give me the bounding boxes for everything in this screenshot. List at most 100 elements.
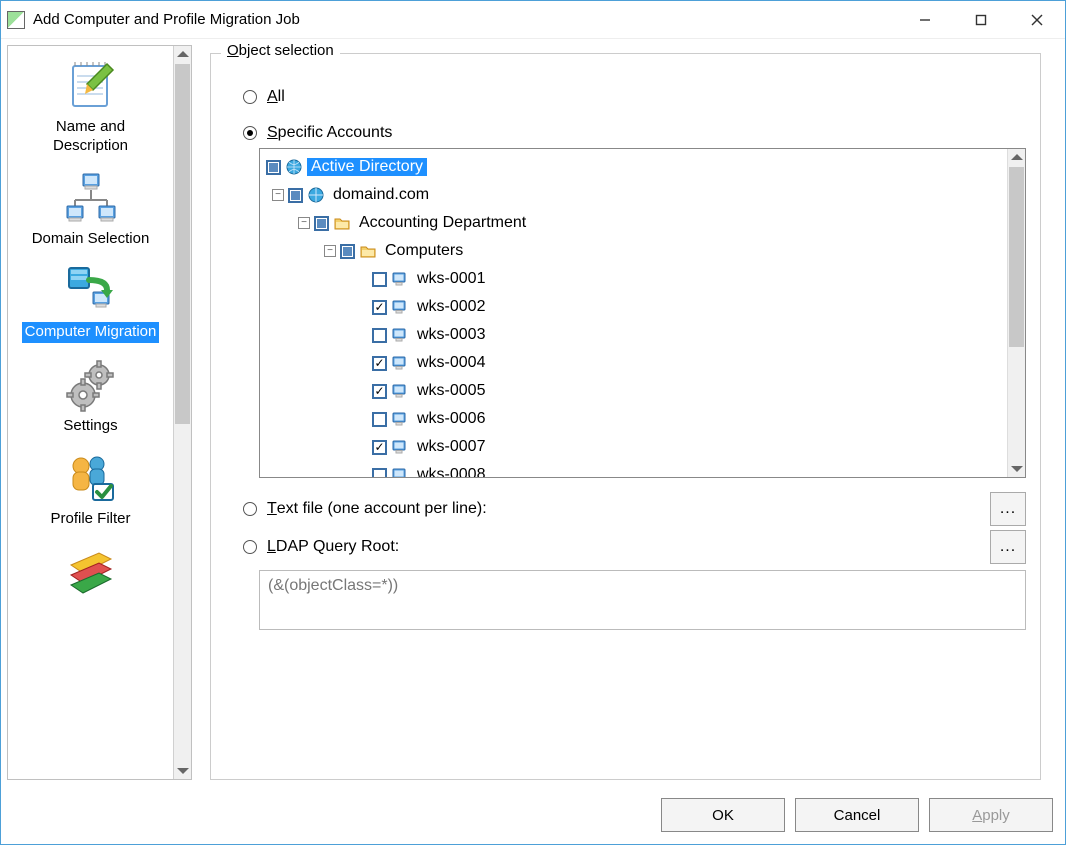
tree-checkbox[interactable] [372, 300, 387, 315]
tree-checkbox[interactable] [314, 216, 329, 231]
radio-label-prefix: T [267, 500, 277, 518]
sidebar-scrollbar[interactable] [173, 46, 191, 779]
computer-icon [391, 410, 409, 428]
window-title: Add Computer and Profile Migration Job [33, 11, 300, 28]
accounts-tree[interactable]: Active Directory − domaind.com [259, 148, 1026, 478]
tree-node-label: wks-0001 [413, 270, 489, 288]
tree-node-label: wks-0004 [413, 354, 489, 372]
computer-icon [391, 326, 409, 344]
radio-text-file[interactable]: Text file (one account per line): [243, 500, 487, 518]
tree-node-ou[interactable]: − Accounting Department [266, 209, 1003, 237]
tree-node-computer[interactable]: wks-0004 [266, 349, 1003, 377]
sidebar-item-next[interactable] [8, 535, 173, 609]
tree-checkbox[interactable] [266, 160, 281, 175]
sidebar-item-settings[interactable]: Settings [8, 349, 173, 442]
radio-icon [243, 502, 257, 516]
tree-node-root[interactable]: Active Directory [266, 153, 1003, 181]
radio-all[interactable]: All [243, 88, 1026, 106]
tree-checkbox[interactable] [340, 244, 355, 259]
app-icon [7, 11, 25, 29]
tree-node-sub[interactable]: − Computers [266, 237, 1003, 265]
radio-label-rest: ext file (one account per line): [277, 500, 487, 518]
radio-icon [243, 90, 257, 104]
computer-icon [391, 354, 409, 372]
radio-label-prefix: L [267, 538, 276, 556]
tree-checkbox[interactable] [372, 356, 387, 371]
tree-node-label: wks-0008 [413, 466, 489, 477]
tree-checkbox[interactable] [372, 384, 387, 399]
tree-node-computer[interactable]: wks-0005 [266, 377, 1003, 405]
tree-checkbox[interactable] [372, 328, 387, 343]
sidebar-item-label: Settings [63, 417, 117, 436]
server-sync-icon [59, 258, 123, 322]
tree-node-computer[interactable]: wks-0001 [266, 265, 1003, 293]
sidebar-item-label: Name and Description [21, 118, 161, 156]
sidebar-item-label: Domain Selection [32, 230, 150, 249]
tree-node-label: domaind.com [329, 186, 433, 204]
tree-scrollbar-thumb[interactable] [1009, 167, 1024, 347]
tree-node-label: wks-0002 [413, 298, 489, 316]
people-check-icon [59, 446, 123, 510]
tree-node-domain[interactable]: − domaind.com [266, 181, 1003, 209]
radio-icon [243, 126, 257, 140]
computer-icon [391, 270, 409, 288]
apply-button[interactable]: Apply [929, 798, 1053, 832]
tree-checkbox[interactable] [372, 468, 387, 478]
radio-label-rest: pecific Accounts [278, 124, 393, 142]
sidebar-item-label: Profile Filter [50, 510, 130, 529]
tree-node-label: Accounting Department [355, 214, 530, 232]
tree-checkbox[interactable] [372, 272, 387, 287]
sidebar-item-label: Computer Migration [22, 322, 160, 343]
sidebar-item-profile-filter[interactable]: Profile Filter [8, 442, 173, 535]
sidebar-item-name-description[interactable]: Name and Description [8, 50, 173, 162]
tree-node-computer[interactable]: wks-0002 [266, 293, 1003, 321]
tree-checkbox[interactable] [372, 412, 387, 427]
browse-text-file-button[interactable]: ... [990, 492, 1026, 526]
folder-ou-icon [359, 242, 377, 260]
computer-icon [391, 438, 409, 456]
tree-checkbox[interactable] [288, 188, 303, 203]
dialog-footer: OK Cancel Apply [1, 786, 1065, 844]
tree-expander[interactable]: − [324, 245, 336, 257]
radio-label-rest: ll [278, 88, 285, 106]
folder-ou-icon [333, 214, 351, 232]
tree-node-label: Computers [381, 242, 467, 260]
radio-specific-accounts[interactable]: Specific Accounts [243, 124, 1026, 142]
sidebar-item-computer-migration[interactable]: Computer Migration [8, 254, 173, 349]
title-bar: Add Computer and Profile Migration Job [1, 1, 1065, 39]
radio-label-prefix: A [267, 88, 278, 106]
ok-button[interactable]: OK [661, 798, 785, 832]
tree-node-label: wks-0007 [413, 438, 489, 456]
tree-node-label: wks-0003 [413, 326, 489, 344]
cancel-button[interactable]: Cancel [795, 798, 919, 832]
notepad-icon [59, 54, 123, 118]
tree-node-label: wks-0006 [413, 410, 489, 428]
ldap-query-input[interactable]: (&(objectClass=*)) [259, 570, 1026, 630]
computer-icon [391, 466, 409, 477]
tree-checkbox[interactable] [372, 440, 387, 455]
maximize-button[interactable] [953, 1, 1009, 39]
tree-scrollbar[interactable] [1007, 149, 1025, 477]
close-button[interactable] [1009, 1, 1065, 39]
sidebar-scrollbar-thumb[interactable] [175, 64, 190, 424]
sidebar-item-domain-selection[interactable]: Domain Selection [8, 162, 173, 255]
tree-node-computer[interactable]: wks-0006 [266, 405, 1003, 433]
globe-icon [285, 158, 303, 176]
browse-ldap-button[interactable]: ... [990, 530, 1026, 564]
tree-node-computer[interactable]: wks-0008 [266, 461, 1003, 477]
globe-icon [307, 186, 325, 204]
group-legend: Object selection [221, 42, 340, 59]
main-panel: Object selection All Specific Accounts [192, 45, 1059, 780]
radio-icon [243, 540, 257, 554]
tree-node-label: wks-0005 [413, 382, 489, 400]
books-icon [59, 539, 123, 603]
minimize-button[interactable] [897, 1, 953, 39]
wizard-sidebar: Name and Description Domain Selection [7, 45, 192, 780]
tree-expander[interactable]: − [298, 217, 310, 229]
tree-node-computer[interactable]: wks-0003 [266, 321, 1003, 349]
tree-expander[interactable]: − [272, 189, 284, 201]
radio-ldap-query[interactable]: LDAP Query Root: [243, 538, 399, 556]
object-selection-group: Object selection All Specific Accounts [210, 53, 1041, 780]
network-icon [59, 166, 123, 230]
tree-node-computer[interactable]: wks-0007 [266, 433, 1003, 461]
